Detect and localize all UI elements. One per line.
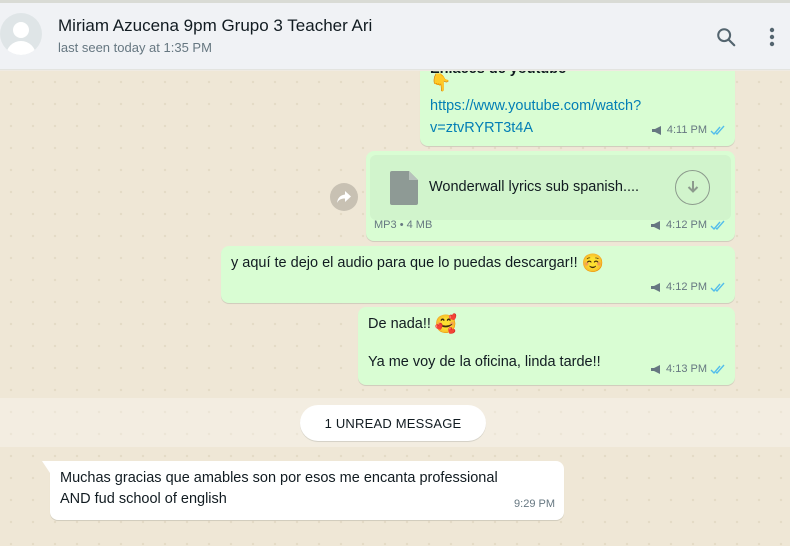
message-time: 4:13 PM (666, 363, 707, 375)
chat-area[interactable]: Enlaces de youtube 👇 https://www.youtube… (0, 71, 790, 546)
download-button[interactable] (675, 170, 710, 205)
message-text-line: Ya me voy de la oficina, linda tarde!! (368, 354, 601, 370)
last-seen-status: last seen today at 1:35 PM (58, 40, 212, 55)
message-meta: 4:12 PM (650, 215, 726, 236)
menu-button[interactable] (758, 23, 786, 51)
forward-arrow-icon (337, 191, 351, 203)
message-bubble-text[interactable]: y aquí te dejo el audio para que lo pued… (221, 246, 735, 303)
pointing-down-emoji: 👇 (430, 73, 452, 92)
message-bubble-document[interactable]: Wonderwall lyrics sub spanish.... MP3 • … (366, 151, 735, 241)
megaphone-icon (651, 283, 661, 292)
search-button[interactable] (712, 23, 740, 51)
bubble-tail (42, 461, 50, 473)
document-file-type: MP3 (374, 219, 397, 231)
unread-messages-divider: 1 UNREAD MESSAGE (300, 405, 486, 441)
message-text: y aquí te dejo el audio para que lo pued… (231, 253, 604, 274)
message-text-content: De nada!! (368, 316, 431, 332)
hearts-face-emoji: 🥰 (434, 314, 458, 334)
double-check-read-icon (710, 282, 725, 293)
message-bubble-text[interactable]: De nada!! 🥰 Ya me voy de la oficina, lin… (358, 307, 735, 385)
megaphone-icon (651, 365, 661, 374)
document-file-size: 4 MB (406, 219, 433, 231)
document-attachment[interactable]: Wonderwall lyrics sub spanish.... (370, 155, 731, 220)
contact-avatar[interactable] (0, 13, 42, 55)
message-text-content: y aquí te dejo el audio para que lo pued… (231, 255, 578, 271)
double-check-read-icon (710, 364, 725, 375)
double-check-read-icon (710, 125, 725, 136)
message-time: 9:29 PM (514, 498, 555, 510)
document-file-icon (390, 171, 418, 205)
message-text: Muchas gracias que amables son por esos … (60, 470, 498, 507)
smiling-emoji: ☺️ (581, 253, 605, 273)
message-meta: 4:12 PM (650, 277, 726, 298)
youtube-link[interactable]: https://www.youtube.com/watch?v=ztvRYRT3… (430, 95, 680, 139)
message-meta: 4:13 PM (650, 359, 726, 380)
document-info-separator: • (399, 219, 404, 231)
message-bubble-link[interactable]: Enlaces de youtube 👇 https://www.youtube… (420, 71, 735, 146)
contact-name[interactable]: Miriam Azucena 9pm Grupo 3 Teacher Ari (58, 16, 372, 36)
message-time: 4:11 PM (666, 124, 707, 136)
search-icon (717, 28, 736, 47)
forward-button[interactable] (330, 183, 358, 211)
message-text-line: De nada!! 🥰 (368, 314, 457, 335)
message-time: 4:12 PM (666, 219, 707, 231)
message-meta: 4:11 PM (651, 120, 726, 141)
megaphone-icon (651, 221, 661, 230)
avatar-body-shape (6, 41, 36, 55)
message-meta: 9:29 PM (514, 494, 555, 515)
message-time: 4:12 PM (666, 281, 707, 293)
avatar-head-shape (13, 22, 29, 38)
download-arrow-icon (687, 180, 698, 193)
menu-dots-icon (769, 27, 775, 47)
megaphone-icon (651, 126, 661, 135)
document-info: MP3 • 4 MB (374, 215, 432, 236)
chat-header[interactable]: Miriam Azucena 9pm Grupo 3 Teacher Ari l… (0, 3, 790, 70)
message-bubble-incoming[interactable]: Muchas gracias que amables son por esos … (42, 461, 564, 520)
double-check-read-icon (710, 220, 725, 231)
document-file-name[interactable]: Wonderwall lyrics sub spanish.... (429, 177, 639, 198)
